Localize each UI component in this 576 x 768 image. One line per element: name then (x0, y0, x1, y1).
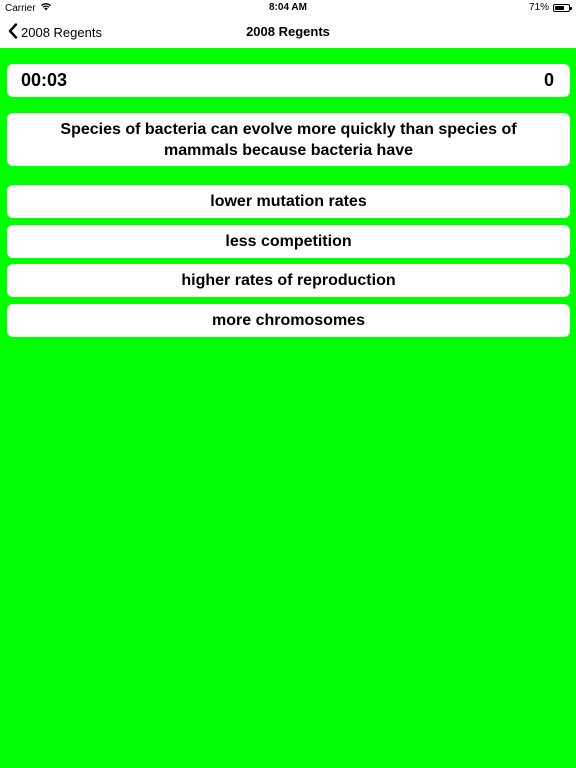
status-right: 71% (528, 2, 572, 13)
status-time: 8:04 AM (269, 2, 307, 13)
answer-button[interactable]: more chromosomes (7, 304, 570, 337)
back-button-label: 2008 Regents (21, 24, 102, 40)
score: 0 (543, 70, 554, 90)
answer-button[interactable]: lower mutation rates (7, 185, 570, 218)
question-card: Species of bacteria can evolve more quic… (7, 113, 570, 166)
battery-percent: 71% (528, 2, 549, 13)
navigation-bar: 2008 Regents 2008 Regents (0, 16, 576, 48)
answer-button[interactable]: less competition (7, 225, 570, 258)
answer-button[interactable]: higher rates of reproduction (7, 264, 570, 297)
status-bar: Carrier 8:04 AM 71% (0, 0, 576, 16)
battery-fill (555, 5, 565, 10)
timer-score-card: 00:03 0 (7, 64, 570, 97)
question-text: Species of bacteria can evolve more quic… (60, 120, 517, 159)
back-button[interactable]: 2008 Regents (8, 16, 102, 48)
timer: 00:03 (21, 70, 68, 90)
chevron-left-icon (8, 22, 18, 42)
battery-icon (553, 3, 572, 12)
